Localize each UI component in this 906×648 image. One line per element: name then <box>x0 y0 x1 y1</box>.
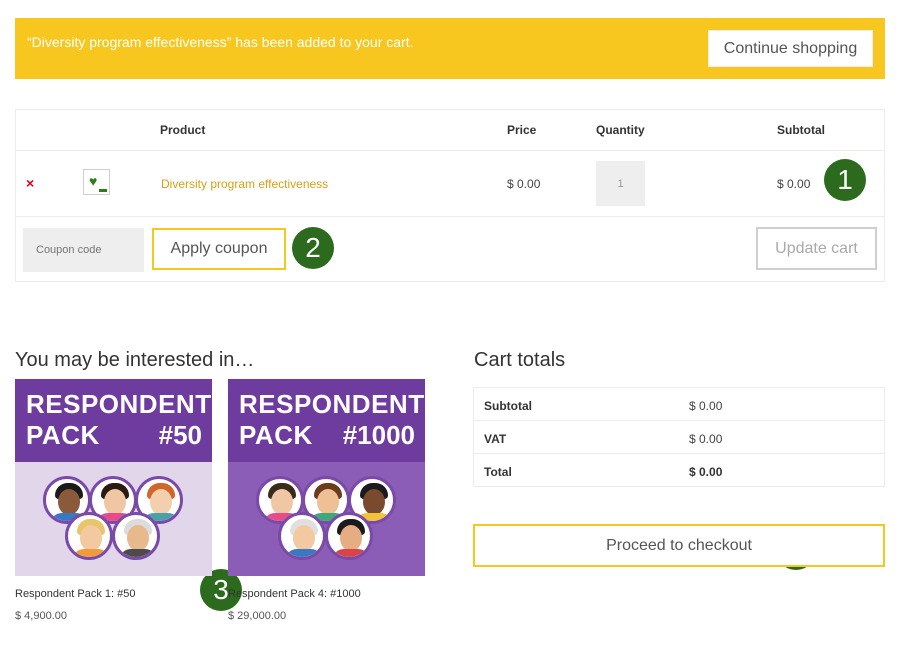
header-quantity: Quantity <box>596 123 645 137</box>
person-avatar <box>65 512 113 560</box>
header-product: Product <box>160 123 206 137</box>
step-badge-2: 2 <box>292 227 334 269</box>
cart-totals-title: Cart totals <box>474 349 566 371</box>
cart-item-row: × ♥ Diversity program effectiveness $ 0.… <box>16 151 884 217</box>
product-price-pack-50: $ 4,900.00 <box>15 610 67 622</box>
cart-totals-table: Subtotal $ 0.00 VAT $ 0.00 Total $ 0.00 <box>473 387 885 487</box>
update-cart-button[interactable]: Update cart <box>756 227 877 270</box>
product-price-pack-1000: $ 29,000.00 <box>228 610 287 622</box>
product-thumbnail[interactable]: ♥ <box>83 169 110 195</box>
person-avatar <box>325 512 373 560</box>
apply-coupon-button[interactable]: Apply coupon <box>152 228 286 270</box>
related-products-title: You may be interested in… <box>15 349 255 371</box>
totals-row-subtotal: Subtotal $ 0.00 <box>474 388 884 421</box>
person-avatar <box>112 512 160 560</box>
proceed-to-checkout-button[interactable]: Proceed to checkout <box>473 524 885 567</box>
totals-row-total: Total $ 0.00 <box>484 465 723 479</box>
cart-actions-row: Apply coupon Update cart <box>16 217 884 282</box>
totals-row-vat: VAT $ 0.00 <box>474 421 884 454</box>
item-price: $ 0.00 <box>507 177 541 191</box>
cart-table-header: Product Price Quantity Subtotal <box>16 110 884 151</box>
cart-notice: “Diversity program effectiveness” has be… <box>15 18 885 79</box>
product-image-pack-50[interactable]: RESPONDENT PACK #50 <box>15 379 212 576</box>
coupon-code-input[interactable] <box>23 228 144 272</box>
cart-table: Product Price Quantity Subtotal × ♥ Dive… <box>15 109 885 282</box>
heart-icon: ♥ <box>89 173 98 189</box>
header-price: Price <box>507 123 537 137</box>
person-avatar <box>278 512 326 560</box>
header-subtotal: Subtotal <box>777 123 825 137</box>
notice-message: “Diversity program effectiveness” has be… <box>27 34 414 50</box>
continue-shopping-button[interactable]: Continue shopping <box>708 30 873 67</box>
step-badge-1: 1 <box>824 159 866 201</box>
item-subtotal: $ 0.00 <box>777 177 811 191</box>
quantity-input[interactable] <box>596 161 645 206</box>
product-name-link[interactable]: Diversity program effectiveness <box>161 177 328 191</box>
product-name-pack-1000[interactable]: Respondent Pack 4: #1000 <box>228 588 361 600</box>
remove-item-icon[interactable]: × <box>26 176 34 190</box>
product-image-pack-1000[interactable]: RESPONDENT PACK #1000 <box>228 379 425 576</box>
product-name-pack-50[interactable]: Respondent Pack 1: #50 <box>15 588 135 600</box>
